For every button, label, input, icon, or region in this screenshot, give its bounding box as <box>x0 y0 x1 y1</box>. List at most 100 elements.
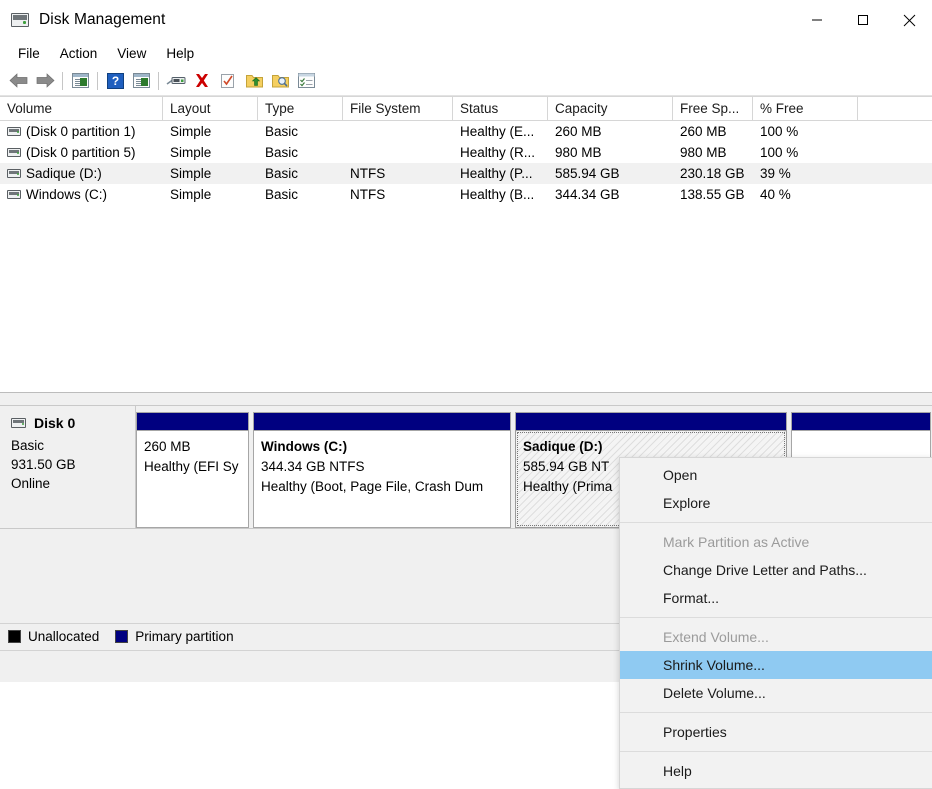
volume-list-pane: Volume Layout Type File System Status Ca… <box>0 96 932 393</box>
column-header-type[interactable]: Type <box>258 97 343 120</box>
context-menu: Open Explore Mark Partition as Active Ch… <box>619 457 932 789</box>
disk-status: Online <box>11 476 51 491</box>
forward-arrow-icon[interactable] <box>32 69 58 93</box>
show-hide-action-pane-icon[interactable] <box>128 69 154 93</box>
table-row[interactable]: (Disk 0 partition 1) Simple Basic Health… <box>0 121 932 142</box>
disk-icon <box>11 418 26 428</box>
cell-volume: Windows (C:) <box>0 187 163 202</box>
window-controls <box>794 0 932 40</box>
menu-file[interactable]: File <box>8 43 50 64</box>
partition-status: Healthy (EFI Sy <box>144 459 239 474</box>
volume-list-header: Volume Layout Type File System Status Ca… <box>0 96 932 121</box>
window-title: Disk Management <box>39 11 166 28</box>
column-header-file-system[interactable]: File System <box>343 97 453 120</box>
context-menu-item-change-drive-letter-and-paths[interactable]: Change Drive Letter and Paths... <box>620 556 932 584</box>
partition-body: 260 MB Healthy (EFI Sy <box>136 430 249 528</box>
volume-disk-icon <box>7 148 21 157</box>
menu-help[interactable]: Help <box>156 43 204 64</box>
column-header-free-space[interactable]: Free Sp... <box>673 97 753 120</box>
context-menu-separator <box>620 617 932 618</box>
close-button[interactable] <box>886 0 932 40</box>
context-menu-separator <box>620 712 932 713</box>
legend-primary-partition: Primary partition <box>115 629 234 644</box>
context-menu-item-properties[interactable]: Properties <box>620 718 932 746</box>
context-menu-separator <box>620 522 932 523</box>
partition-efi[interactable]: 260 MB Healthy (EFI Sy <box>136 412 249 528</box>
menu-action[interactable]: Action <box>50 43 108 64</box>
cell-free-space: 260 MB <box>680 124 727 139</box>
context-menu-item-mark-partition-as-active: Mark Partition as Active <box>663 534 810 550</box>
cell-volume-label: (Disk 0 partition 5) <box>26 145 136 160</box>
svg-text:?: ? <box>111 74 118 88</box>
context-menu-item-format[interactable]: Format... <box>620 584 932 612</box>
column-header-layout[interactable]: Layout <box>163 97 258 120</box>
cell-layout: Simple <box>170 124 212 139</box>
help-icon[interactable]: ? <box>102 69 128 93</box>
cell-type: Basic <box>265 145 299 160</box>
partition-color-bar <box>136 412 249 430</box>
column-header-status[interactable]: Status <box>453 97 548 120</box>
rescan-disks-icon[interactable] <box>163 69 189 93</box>
partition-color-bar <box>791 412 931 430</box>
legend-label-primary-partition: Primary partition <box>135 629 234 644</box>
column-header-extra[interactable] <box>858 97 932 120</box>
partition-windows-c[interactable]: Windows (C:) 344.34 GB NTFS Healthy (Boo… <box>253 412 511 528</box>
maximize-button[interactable] <box>840 0 886 40</box>
delete-icon[interactable] <box>189 69 215 93</box>
context-menu-item-help[interactable]: Help <box>620 757 932 785</box>
partition-label: Sadique (D:) <box>523 439 603 454</box>
column-header-percent-free[interactable]: % Free <box>753 97 858 120</box>
cell-percent-free: 40 % <box>760 187 791 202</box>
search-folder-icon[interactable] <box>267 69 293 93</box>
window-title-bar: Disk Management <box>0 0 932 41</box>
toolbar-separator <box>97 71 98 90</box>
menu-bar: File Action View Help <box>0 41 932 66</box>
column-header-capacity[interactable]: Capacity <box>548 97 673 120</box>
column-header-volume[interactable]: Volume <box>0 97 163 120</box>
cell-volume-label: Sadique (D:) <box>26 166 102 181</box>
cell-capacity: 260 MB <box>555 124 602 139</box>
export-list-icon[interactable] <box>241 69 267 93</box>
partition-color-bar <box>253 412 511 430</box>
show-hide-console-tree-icon[interactable] <box>67 69 93 93</box>
context-menu-item-delete-volume[interactable]: Delete Volume... <box>620 679 932 707</box>
context-menu-item-shrink-volume[interactable]: Shrink Volume... <box>620 651 932 679</box>
context-menu-item-explore[interactable]: Explore <box>620 489 932 517</box>
cell-capacity: 585.94 GB <box>555 166 620 181</box>
cell-status: Healthy (R... <box>460 145 536 160</box>
table-row[interactable]: Windows (C:) Simple Basic NTFS Healthy (… <box>0 184 932 205</box>
toolbar: ? <box>0 66 932 96</box>
cell-volume-label: (Disk 0 partition 1) <box>26 124 136 139</box>
back-arrow-icon[interactable] <box>6 69 32 93</box>
cell-percent-free: 100 % <box>760 145 799 160</box>
legend-swatch-primary-partition <box>115 630 129 643</box>
cell-status: Healthy (E... <box>460 124 535 139</box>
cell-capacity: 980 MB <box>555 145 602 160</box>
menu-view[interactable]: View <box>107 43 156 64</box>
partition-color-bar <box>515 412 787 430</box>
legend-label-unallocated: Unallocated <box>28 629 100 644</box>
cell-file-system: NTFS <box>350 187 386 202</box>
cell-volume: (Disk 0 partition 5) <box>0 145 163 160</box>
toolbar-separator <box>62 71 63 90</box>
cell-layout: Simple <box>170 166 212 181</box>
cell-volume: Sadique (D:) <box>0 166 163 181</box>
cell-volume: (Disk 0 partition 1) <box>0 124 163 139</box>
context-menu-item-open[interactable]: Open <box>620 461 932 489</box>
legend-swatch-unallocated <box>8 630 21 643</box>
cell-type: Basic <box>265 124 299 139</box>
disk-title: Disk 0 <box>11 415 135 431</box>
disk-type: Basic <box>11 438 45 453</box>
table-row[interactable]: (Disk 0 partition 5) Simple Basic Health… <box>0 142 932 163</box>
legend-unallocated: Unallocated <box>8 629 99 644</box>
volume-disk-icon <box>7 127 21 136</box>
task-list-icon[interactable] <box>293 69 319 93</box>
disk-icon <box>11 13 29 27</box>
cell-free-space: 980 MB <box>680 145 727 160</box>
minimize-button[interactable] <box>794 0 840 40</box>
table-row[interactable]: Sadique (D:) Simple Basic NTFS Healthy (… <box>0 163 932 184</box>
cell-layout: Simple <box>170 187 212 202</box>
partition-size: 260 MB <box>144 439 191 454</box>
disk-info-panel[interactable]: Disk 0 Basic 931.50 GB Online <box>0 406 136 528</box>
properties-icon[interactable] <box>215 69 241 93</box>
